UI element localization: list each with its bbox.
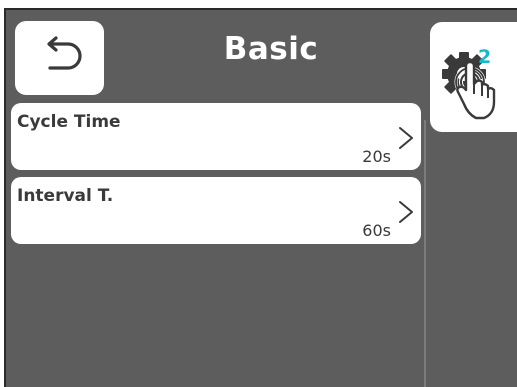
item-value: 60s: [362, 221, 391, 240]
list-item-interval-t[interactable]: Interval T. 60s: [11, 177, 421, 244]
undo-arrow-icon: [37, 36, 83, 80]
device-screen: Basic 2 Cycle Time 20s Interval T. 60s: [4, 8, 517, 387]
item-value: 20s: [362, 147, 391, 166]
list-item-cycle-time[interactable]: Cycle Time 20s: [11, 103, 421, 170]
divider: [424, 120, 426, 387]
settings-badge: 2: [478, 46, 492, 68]
page-title: Basic: [223, 31, 319, 67]
settings-button[interactable]: 2: [430, 22, 517, 132]
back-button[interactable]: [15, 21, 104, 95]
item-label: Interval T.: [17, 186, 114, 206]
item-label: Cycle Time: [17, 112, 121, 132]
chevron-right-icon: [397, 125, 415, 155]
chevron-right-icon: [397, 199, 415, 229]
